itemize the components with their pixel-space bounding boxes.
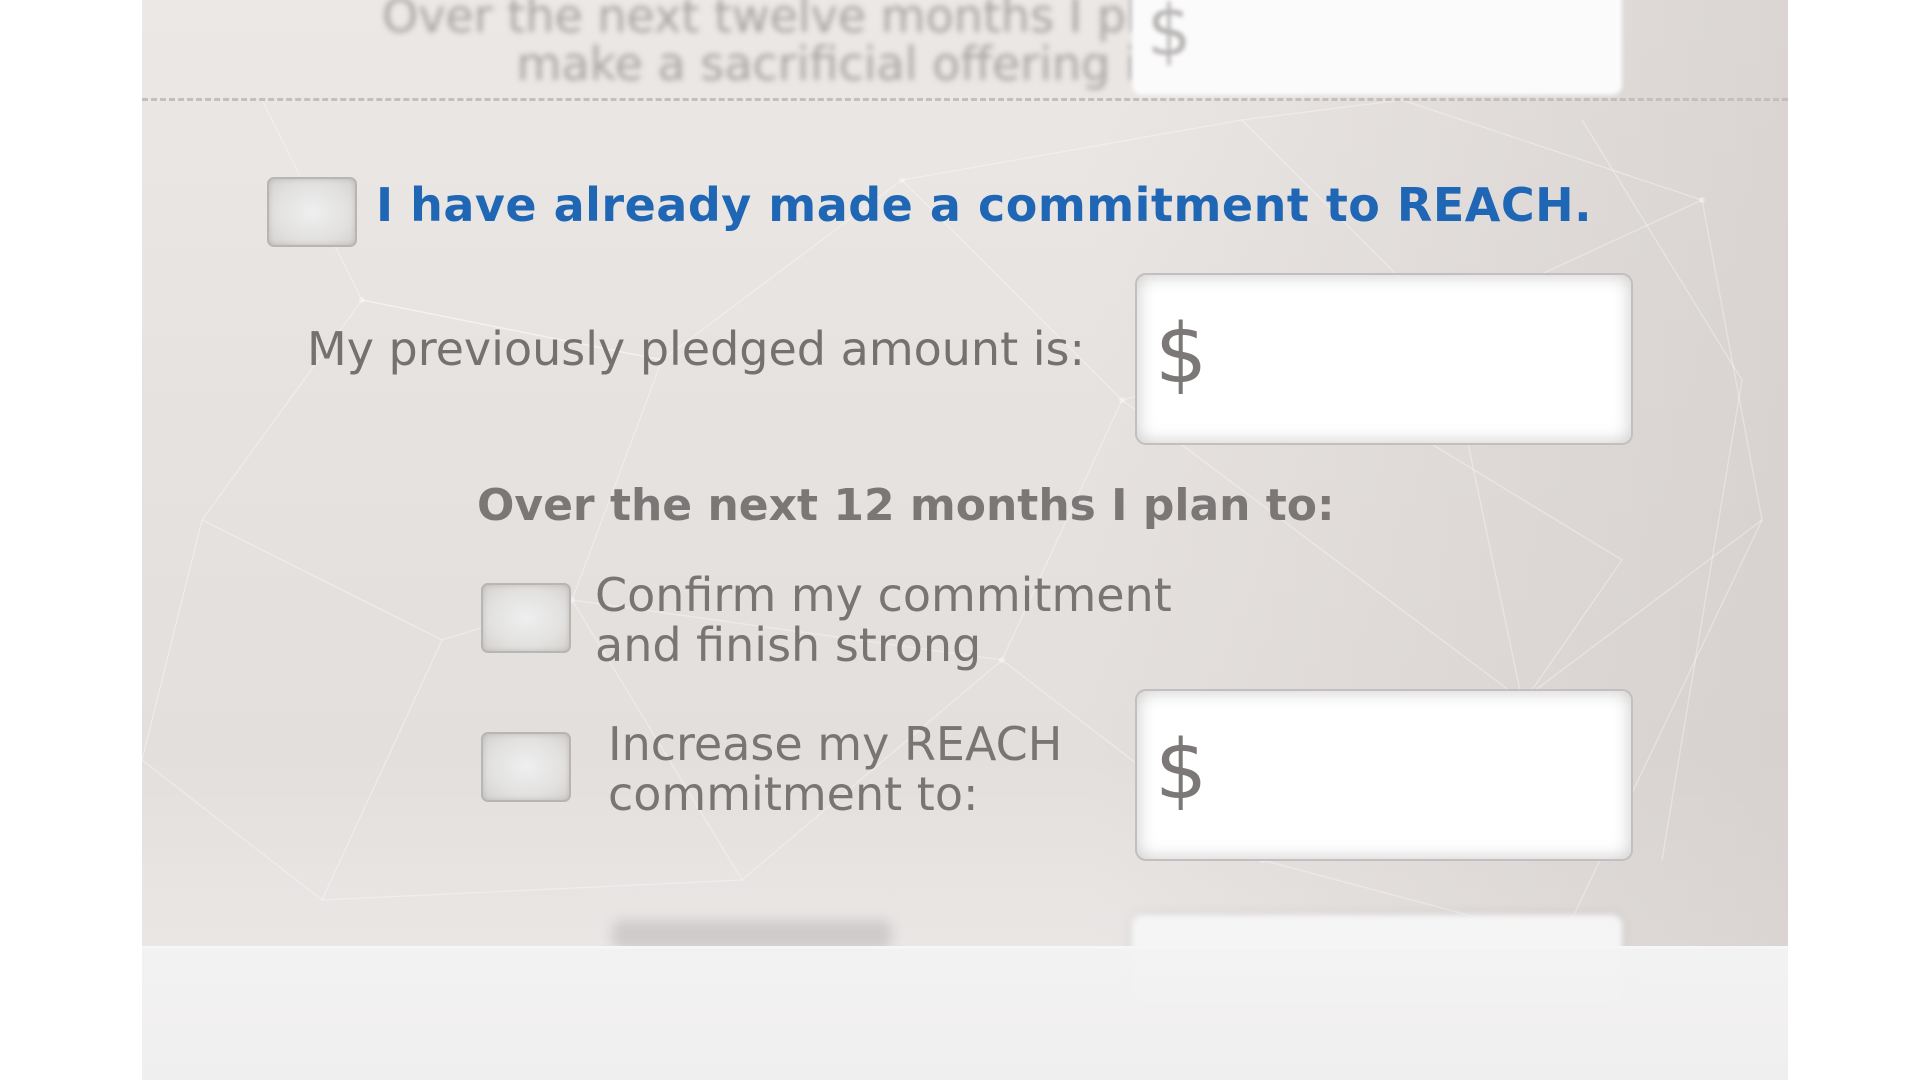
bottom-fade-overlay xyxy=(142,949,1788,1080)
previous-pledge-input[interactable] xyxy=(1227,305,1611,417)
dashed-divider xyxy=(142,98,1788,101)
increase-commitment-amount-field[interactable]: $ xyxy=(1135,689,1633,861)
already-committed-label: I have already made a commitment to REAC… xyxy=(376,178,1593,232)
already-committed-checkbox[interactable] xyxy=(267,177,357,247)
blurred-header-section: Over the next twelve months I plan to ma… xyxy=(142,0,1788,100)
dollar-sign: $ xyxy=(1155,723,1208,818)
blurred-amount-box: $ xyxy=(1132,0,1622,95)
blurred-header-text: Over the next twelve months I plan to ma… xyxy=(382,0,1257,91)
plan-heading: Over the next 12 months I plan to: xyxy=(477,480,1335,531)
increase-commitment-checkbox[interactable] xyxy=(481,732,571,802)
confirm-commitment-checkbox[interactable] xyxy=(481,583,571,653)
increase-commitment-label: Increase my REACH commitment to: xyxy=(608,717,1063,821)
previous-pledge-label: My previously pledged amount is: xyxy=(307,322,1085,376)
previous-pledge-amount-field[interactable]: $ xyxy=(1135,273,1633,445)
confirm-commitment-label: Confirm my commitment and finish strong xyxy=(595,568,1172,672)
increase-commitment-input[interactable] xyxy=(1227,721,1611,833)
blurred-dollar-sign: $ xyxy=(1147,0,1192,72)
pledge-card: Over the next twelve months I plan to ma… xyxy=(142,0,1788,1080)
dollar-sign: $ xyxy=(1155,307,1208,402)
